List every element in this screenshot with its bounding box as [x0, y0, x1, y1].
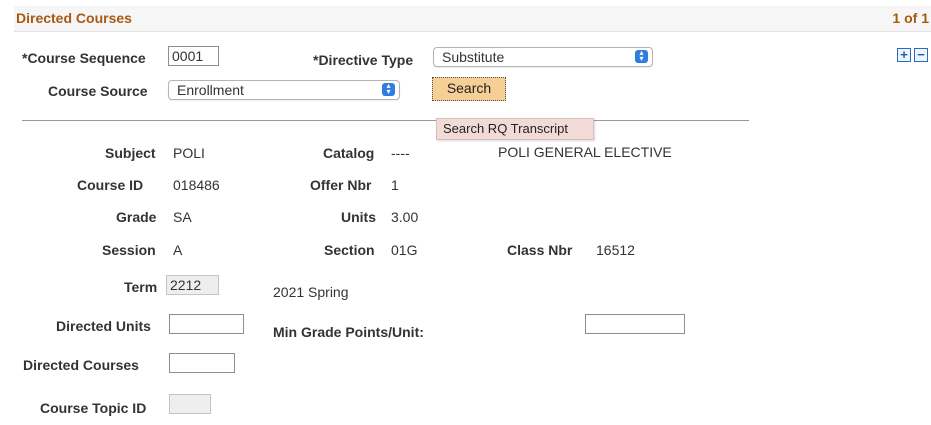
course-sequence-input[interactable]	[168, 46, 219, 66]
course-id-label: Course ID	[77, 177, 144, 193]
select-arrows-icon: ▴ ▾	[635, 49, 648, 63]
delete-row-icon[interactable]: −	[914, 48, 928, 62]
class-nbr-label: Class Nbr	[507, 242, 573, 258]
select-arrows-icon: ▴ ▾	[382, 82, 395, 96]
course-source-label: Course Source	[48, 83, 148, 99]
term-description: 2021 Spring	[273, 284, 349, 300]
search-tooltip: Search RQ Transcript	[436, 118, 594, 140]
directive-type-label: *Directive Type	[313, 52, 414, 68]
grade-value: SA	[173, 209, 192, 225]
course-source-select[interactable]: Enrollment ▴ ▾	[168, 80, 400, 100]
directive-type-value: Substitute	[442, 49, 505, 65]
min-grade-points-label: Min Grade Points/Unit:	[273, 324, 424, 340]
section-label: Section	[324, 242, 375, 258]
directed-courses-input[interactable]	[169, 353, 235, 373]
session-value: A	[173, 242, 183, 258]
course-sequence-label: *Course Sequence	[22, 50, 146, 66]
section-title: Directed Courses	[16, 10, 132, 26]
class-nbr-value: 16512	[596, 242, 635, 258]
course-source-value: Enrollment	[177, 82, 244, 98]
catalog-value: ----	[391, 145, 410, 161]
offer-nbr-value: 1	[391, 177, 399, 193]
catalog-label: Catalog	[323, 145, 375, 161]
units-label: Units	[341, 209, 376, 225]
directive-type-select[interactable]: Substitute ▴ ▾	[433, 47, 653, 67]
directed-courses-header: Directed Courses 1 of 1	[14, 6, 931, 32]
course-title: POLI GENERAL ELECTIVE	[498, 144, 672, 160]
row-count: 1 of 1	[892, 10, 929, 26]
course-topic-id-field	[169, 394, 211, 414]
directed-units-input[interactable]	[169, 314, 244, 334]
grade-label: Grade	[116, 209, 157, 225]
add-row-icon[interactable]: +	[897, 48, 911, 62]
course-id-value: 018486	[173, 177, 220, 193]
units-value: 3.00	[391, 209, 419, 225]
term-field	[166, 275, 219, 295]
directed-units-label: Directed Units	[56, 318, 151, 334]
section-divider	[22, 120, 749, 121]
search-button[interactable]: Search	[432, 77, 506, 101]
term-label: Term	[124, 279, 158, 295]
course-topic-id-label: Course Topic ID	[40, 400, 147, 416]
subject-label: Subject	[105, 145, 156, 161]
section-value: 01G	[391, 242, 418, 258]
directed-courses-label: Directed Courses	[23, 357, 139, 373]
session-label: Session	[102, 242, 156, 258]
offer-nbr-label: Offer Nbr	[310, 177, 372, 193]
min-grade-points-input[interactable]	[585, 314, 685, 334]
subject-value: POLI	[173, 145, 205, 161]
